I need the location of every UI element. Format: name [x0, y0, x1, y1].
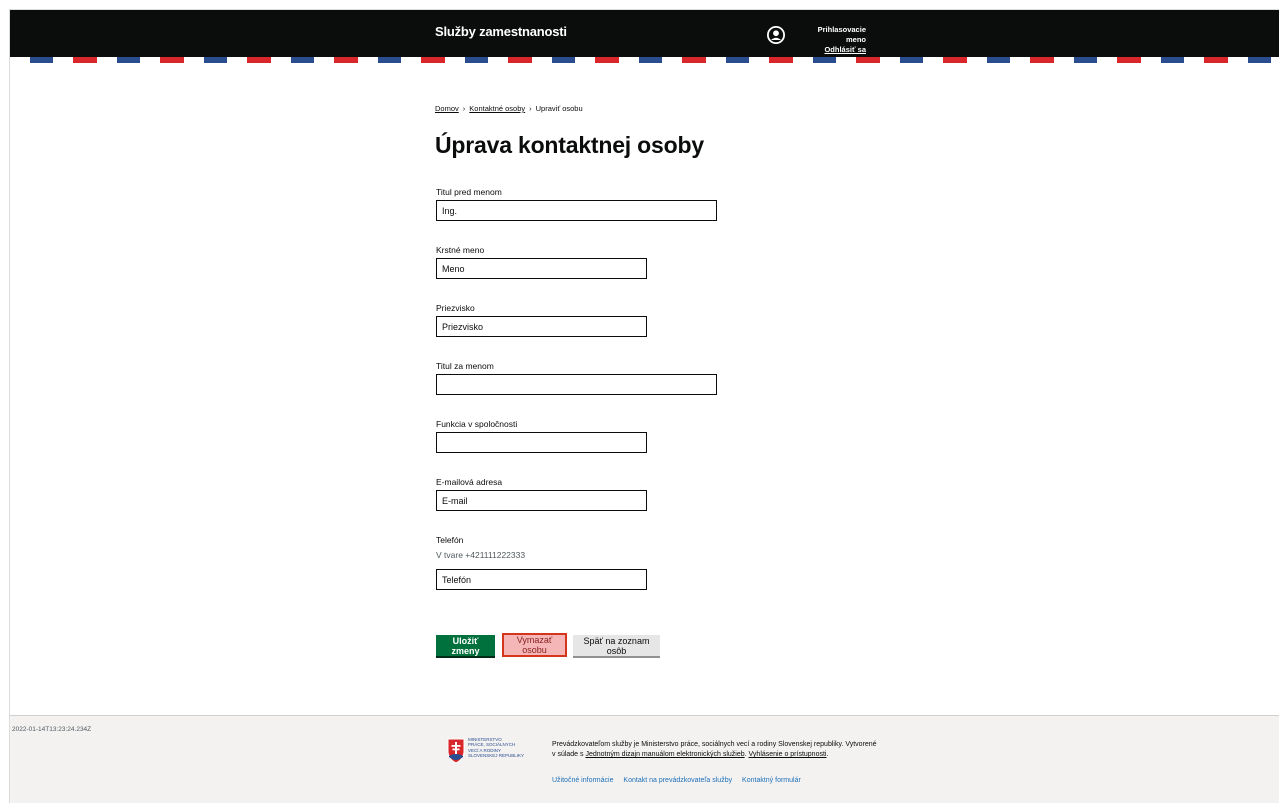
logout-link[interactable]: Odhlásiť sa: [800, 45, 866, 55]
user-icon: [767, 26, 785, 44]
footer-links: Užitočné informácie Kontakt na prevádzko…: [552, 777, 809, 784]
back-to-list-button[interactable]: Späť na zoznam osôb: [573, 635, 660, 656]
service-name[interactable]: Služby zamestnanosti: [435, 24, 567, 39]
contact-form-link[interactable]: Kontaktný formulár: [742, 777, 801, 784]
delete-person-button[interactable]: Vymazať osobu: [502, 633, 567, 657]
first-name-label: Krstné meno: [436, 245, 485, 255]
ministry-logo-text: MINISTERSTVO PRÁCE, SOCIÁLNYCH VECÍ A RO…: [468, 737, 528, 758]
build-timestamp: 2022-01-14T13:23:24.234Z: [12, 726, 92, 733]
design-manual-link[interactable]: Jednotným dizajn manuálom elektronických…: [585, 751, 744, 758]
browser-viewport: Služby zamestnanosti Prihlasovacie meno …: [9, 9, 1279, 803]
first-name-input[interactable]: [436, 258, 647, 279]
user-box: Prihlasovacie meno Odhlásiť sa: [800, 25, 866, 55]
breadcrumb-separator: ›: [462, 104, 466, 113]
phone-input[interactable]: [436, 569, 647, 590]
title-after-input[interactable]: [436, 374, 717, 395]
page-header: Služby zamestnanosti Prihlasovacie meno …: [10, 10, 1279, 57]
title-before-input[interactable]: [436, 200, 717, 221]
phone-label: Telefón: [436, 535, 464, 545]
position-input[interactable]: [436, 432, 647, 453]
email-label: E-mailová adresa: [436, 477, 503, 487]
operator-info: Prevádzkovateľom služby je Ministerstvo …: [552, 741, 877, 758]
operator-contact-link[interactable]: Kontakt na prevádzkovateľa služby: [623, 777, 732, 784]
page-footer: 2022-01-14T13:23:24.234Z MINISTERSTVO PR…: [10, 715, 1279, 803]
title-after-label: Titul za menom: [436, 361, 494, 371]
header-stripe: [10, 57, 1279, 63]
breadcrumb-home[interactable]: Domov: [435, 104, 459, 113]
breadcrumb-current: Upraviť osobu: [535, 104, 583, 113]
last-name-input[interactable]: [436, 316, 647, 337]
position-label: Funkcia v spoločnosti: [436, 419, 518, 429]
page-title: Úprava kontaktnej osoby: [435, 132, 704, 158]
accessibility-link[interactable]: Vyhlásenie o prístupnosti: [749, 751, 827, 758]
logo-line: SLOVENSKEJ REPUBLIKY: [468, 752, 525, 758]
last-name-label: Priezvisko: [436, 303, 475, 313]
phone-hint: V tvare +421111222333: [436, 550, 526, 560]
email-input[interactable]: [436, 490, 647, 511]
breadcrumb: Domov › Kontaktné osoby › Upraviť osobu: [435, 104, 583, 113]
breadcrumb-separator: ›: [529, 104, 532, 113]
login-name: Prihlasovacie meno: [817, 25, 866, 44]
title-before-label: Titul pred menom: [436, 187, 502, 197]
save-button[interactable]: Uložiť zmeny: [436, 635, 495, 656]
useful-info-link[interactable]: Užitočné informácie: [552, 777, 613, 784]
breadcrumb-contacts[interactable]: Kontaktné osoby: [469, 104, 525, 113]
